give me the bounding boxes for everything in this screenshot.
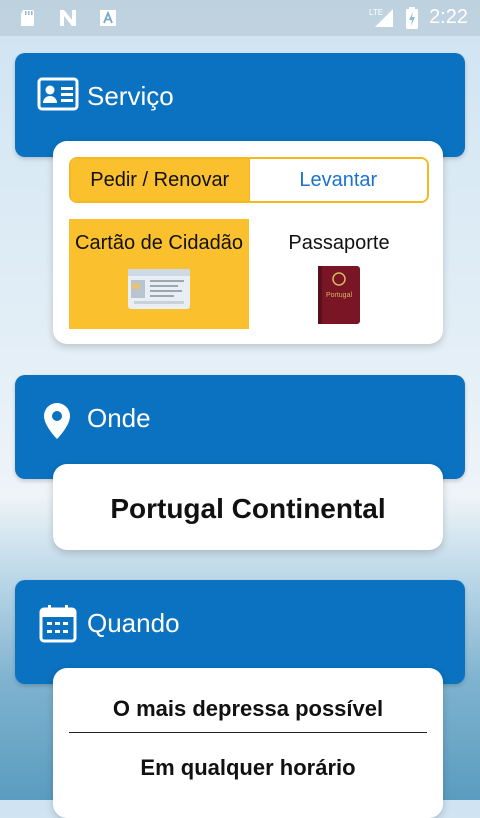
onde-card[interactable]: Portugal Continental	[53, 464, 443, 550]
citizen-card-image	[128, 269, 190, 309]
quando-title: Quando	[87, 608, 180, 638]
network-type-label: LTE	[369, 8, 383, 17]
n-icon	[60, 10, 76, 26]
tab-levantar[interactable]: Levantar	[248, 159, 427, 201]
document-option-passaporte[interactable]: Passaporte Portugal	[249, 219, 429, 329]
service-type-toggle: Pedir / Renovar Levantar	[69, 157, 429, 203]
tab-pedir-renovar-label: Pedir / Renovar	[90, 168, 230, 191]
id-card-icon	[37, 77, 79, 111]
location-value: Portugal Continental	[110, 493, 386, 524]
status-bar: LTE 2:22	[0, 0, 480, 36]
document-label-cartao-cidadao: Cartão de Cidadão	[75, 232, 243, 254]
servico-card: Pedir / Renovar Levantar Cartão de Cidad…	[53, 141, 443, 344]
tab-levantar-label: Levantar	[299, 168, 378, 191]
tab-pedir-renovar[interactable]: Pedir / Renovar	[71, 159, 249, 201]
battery-charging-icon	[406, 6, 419, 29]
quando-option-asap[interactable]: O mais depressa possível	[53, 696, 443, 722]
document-label-passaporte: Passaporte	[288, 232, 390, 254]
servico-title: Serviço	[87, 81, 174, 111]
onde-title: Onde	[87, 403, 151, 433]
quando-divider	[69, 732, 427, 733]
signal-icon: LTE	[369, 8, 394, 27]
a-icon	[100, 10, 116, 26]
calendar-icon	[39, 605, 77, 643]
passport-cover-text: Portugal	[326, 292, 353, 299]
location-pin-icon	[44, 403, 70, 439]
sd-card-icon	[21, 10, 34, 26]
quando-card: O mais depressa possível Em qualquer hor…	[53, 668, 443, 818]
quando-option-any-time[interactable]: Em qualquer horário	[53, 755, 443, 781]
clock-time: 2:22	[429, 6, 468, 28]
passport-image: Portugal	[318, 266, 360, 324]
document-option-cartao-cidadao[interactable]: Cartão de Cidadão	[69, 219, 249, 329]
